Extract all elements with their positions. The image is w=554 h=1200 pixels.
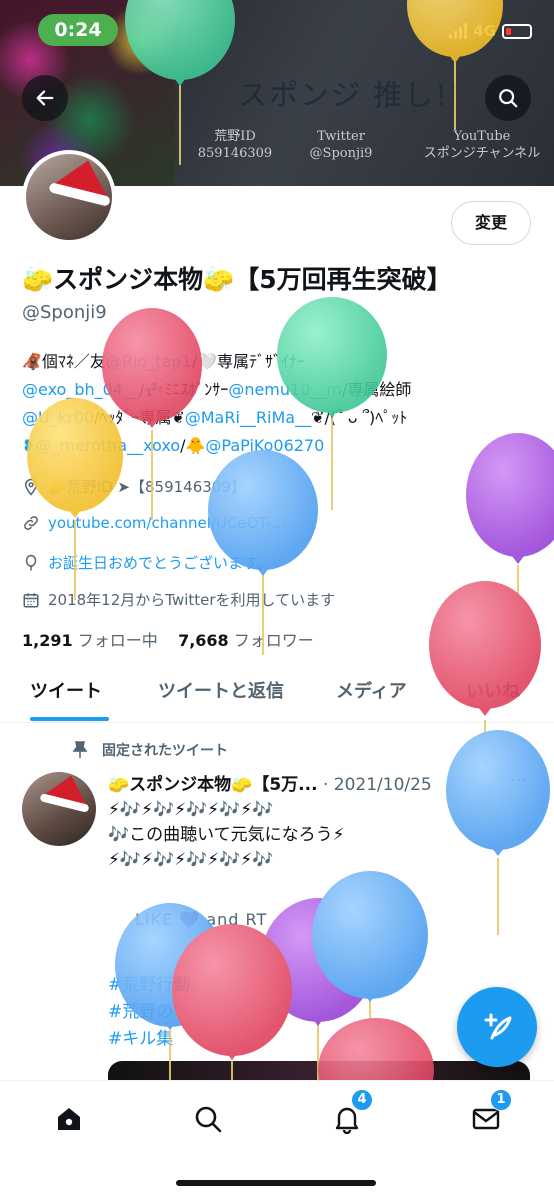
banner-col-label: YouTube (453, 129, 511, 144)
bio-text: ❦/(՞ ᴗ ՞)ﾍﾟｯﾄ (311, 408, 408, 427)
active-tab-indicator (30, 717, 109, 721)
bio-mention-link[interactable]: @exo_bh_04__ (22, 380, 139, 399)
tweet-line: ⚡🎶⚡🎶⚡🎶⚡🎶⚡🎶 (108, 800, 274, 820)
tab-tweets-and-replies[interactable]: ツイートと返信 (158, 667, 284, 723)
banner-title: スポンジ 推し!! (238, 78, 463, 112)
home-icon (58, 1108, 80, 1130)
battery-icon (502, 23, 532, 39)
profile-tabs: ツイート ツイートと返信 メディア いいね (0, 667, 554, 723)
nav-search[interactable] (188, 1099, 228, 1139)
banner-col-value: スポンジチャンネル (423, 146, 541, 161)
home-indicator (176, 1180, 376, 1186)
hashtag-link[interactable]: #キル集 (108, 1024, 173, 1049)
display-name: 🧽スポンジ本物🧽【5万回再生突破】 (22, 265, 452, 294)
tab-likes[interactable]: いいね (466, 667, 520, 723)
following-label: フォロー中 (77, 631, 158, 650)
hashtag-link[interactable]: #荒野行動 (108, 970, 190, 995)
followers-count: 7,668 (178, 631, 229, 650)
profile-avatar[interactable] (22, 150, 116, 244)
following-link[interactable]: 1,291 フォロー中 (22, 631, 158, 650)
following-count: 1,291 (22, 631, 73, 650)
profile-joined: 2018年12月からTwitterを利用しています (22, 589, 335, 610)
bio-mention-link[interactable]: @U_kr00 (22, 408, 94, 427)
bio-mention-link[interactable]: @PaPiKo06270 (205, 436, 324, 455)
tweet-author[interactable]: 🧽スポンジ本物🧽【5万... (108, 775, 318, 795)
joined-text: 2018年12月からTwitterを利用しています (48, 591, 336, 609)
calendar-icon (23, 592, 39, 607)
banner-twitter: Twitter @Sponji9 (296, 128, 386, 162)
tweet-like-rt-text: LIKE 💜 and RT (135, 910, 268, 929)
bio-text: /🐥 (180, 436, 206, 455)
pin-icon (72, 741, 88, 758)
balloon-icon (261, 898, 375, 1080)
banner-kouya-id: 荒野ID 859146309 (190, 128, 280, 162)
pinned-label: 固定されたツイート (102, 743, 228, 759)
status-time: 0:24 (38, 14, 118, 46)
website-link[interactable]: youtube.com/channel/UCeOT-... (48, 514, 286, 532)
search-icon (195, 1106, 222, 1133)
profile-birthday: お誕生日おめでとうございます。 (22, 552, 272, 573)
bio-text: /💤ﾐﾆｽﾎﾟﾝｻｰ (138, 380, 229, 399)
bio-text: /ﾍｯﾀﾞｰ専属❦ (93, 408, 185, 427)
signal-icon (449, 23, 468, 39)
birthday-text: お誕生日おめでとうございます。 (48, 554, 272, 572)
hashtag-link[interactable]: #荒野の (108, 997, 173, 1022)
nav-home[interactable] (49, 1099, 89, 1139)
balloon-icon (446, 730, 550, 935)
back-arrow-icon (36, 90, 54, 106)
tweet-more-button[interactable]: ··· (510, 770, 527, 791)
bio-text: /🤍専属ﾃﾞｻﾞｲﾅｰ (191, 352, 306, 371)
network-type: 4G (473, 22, 496, 40)
search-icon (499, 89, 518, 108)
bio-mention-link[interactable]: ❥@_merotha__xoxo (22, 436, 180, 455)
balloon-icon (172, 924, 292, 1080)
profile-location: 🧽荒野ID ➤【859146309】 (22, 476, 246, 497)
balloon-icon (25, 554, 37, 570)
balloon-icon (466, 433, 554, 640)
profile-website: youtube.com/channel/UCeOT-... (22, 514, 286, 532)
tweet-line: ⚡🎶⚡🎶⚡🎶⚡🎶⚡🎶 (108, 850, 274, 870)
banner-col-label: Twitter (317, 129, 365, 144)
nav-messages[interactable]: 1 (466, 1089, 512, 1139)
location-pin-icon (24, 478, 38, 496)
nav-notifications[interactable]: 4 (327, 1089, 373, 1139)
messages-badge: 1 (490, 1089, 512, 1111)
search-button[interactable] (485, 75, 531, 121)
banner-col-label: 荒野ID (214, 129, 256, 144)
followers-link[interactable]: 7,668 フォロワー (178, 631, 314, 650)
tweet-header: 🧽スポンジ本物🧽【5万... · 2021/10/25 (108, 770, 432, 795)
profile-bio: 🦧個ﾏﾈ／友@Rio_tap1/🤍専属ﾃﾞｻﾞｲﾅｰ @exo_bh_04__/… (22, 348, 522, 460)
tab-media[interactable]: メディア (336, 667, 407, 723)
bio-text: /専属絵師 (341, 380, 412, 399)
tweet-text: ⚡🎶⚡🎶⚡🎶⚡🎶⚡🎶 🎶この曲聴いて元気になろう⚡ ⚡🎶⚡🎶⚡🎶⚡🎶⚡🎶 (108, 798, 345, 873)
bio-mention-link[interactable]: @MaRi__RiMa__ (185, 408, 311, 427)
banner-col-value: 859146309 (197, 146, 273, 161)
tweet-line: 🎶この曲聴いて元気になろう⚡ (108, 825, 345, 845)
banner-col-value: @Sponji9 (309, 146, 373, 161)
tweet-avatar[interactable] (22, 772, 96, 846)
tab-tweets[interactable]: ツイート (30, 667, 102, 723)
location-text: 🧽荒野ID ➤【859146309】 (48, 478, 246, 496)
edit-profile-button[interactable]: 変更 (451, 201, 531, 245)
bio-mention-link[interactable]: @nemu10__m (228, 380, 342, 399)
followers-label: フォロワー (233, 631, 314, 650)
status-indicators: 4G (449, 22, 532, 40)
balloon-icon (312, 871, 428, 1080)
user-handle: @Sponji9 (22, 302, 107, 323)
banner-youtube: YouTube スポンジチャンネル (410, 128, 554, 162)
tweet-date: · 2021/10/25 (322, 775, 432, 795)
back-button[interactable] (22, 75, 68, 121)
link-icon (24, 516, 38, 530)
follow-stats: 1,291 フォロー中 7,668 フォロワー (22, 627, 314, 651)
notifications-badge: 4 (351, 1089, 373, 1111)
compose-tweet-button[interactable] (457, 987, 537, 1067)
santa-hat-icon (41, 772, 95, 809)
bio-mention-link[interactable]: @Rio_tap1 (106, 352, 192, 371)
feather-plus-icon (484, 1013, 512, 1040)
pinned-indicator: 固定されたツイート (72, 740, 228, 760)
bio-text: 🦧個ﾏﾈ／友 (22, 352, 106, 371)
